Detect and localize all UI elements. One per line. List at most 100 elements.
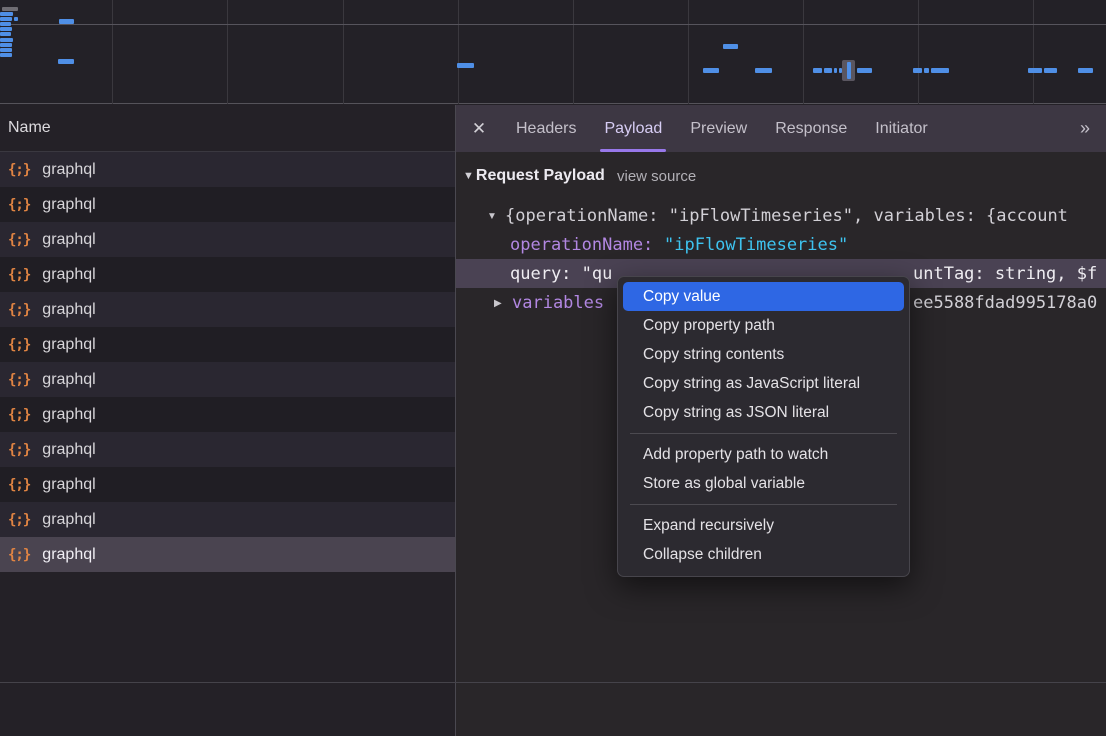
- request-name-label: graphql: [42, 266, 95, 284]
- property-value: "ipFlowTimeseries": [664, 231, 848, 260]
- request-timing-bar: [834, 68, 837, 73]
- menu-item-expand-recursively[interactable]: Expand recursively: [618, 511, 909, 540]
- context-menu: Copy valueCopy property pathCopy string …: [617, 276, 910, 577]
- more-tabs-icon[interactable]: »: [1062, 105, 1106, 152]
- request-timing-bar: [0, 53, 12, 57]
- request-timing-bar: [14, 17, 18, 21]
- collapse-icon[interactable]: ▼: [487, 202, 497, 231]
- timeline-gridline: [458, 0, 459, 104]
- request-payload-section: ▼ Request Payload view source: [456, 164, 1106, 188]
- request-timing-bar: [1044, 68, 1057, 73]
- network-request-row[interactable]: {;} graphql: [0, 257, 455, 292]
- request-timing-bar: [0, 48, 12, 52]
- network-request-row[interactable]: {;} graphql: [0, 327, 455, 362]
- network-request-row[interactable]: {;}graphql: [0, 152, 455, 187]
- name-column-label: Name: [0, 119, 51, 137]
- request-timing-bar: [924, 68, 929, 73]
- timeline-marker-bar: [847, 62, 851, 79]
- json-braces-icon: {;}: [8, 337, 30, 353]
- request-timing-bar: [58, 59, 74, 64]
- view-source-link[interactable]: view source: [617, 168, 696, 185]
- tab-initiator[interactable]: Initiator: [861, 105, 941, 152]
- network-overview-timeline[interactable]: [0, 0, 1106, 104]
- tab-response[interactable]: Response: [761, 105, 861, 152]
- request-timing-bar: [2, 7, 18, 11]
- json-braces-icon: {;}: [8, 302, 30, 318]
- json-braces-icon: {;}: [8, 232, 30, 248]
- devtools-network-panel: Name {;}graphql{;}graphql{;}graphql{;}gr…: [0, 0, 1106, 736]
- request-name-label: graphql: [42, 371, 95, 389]
- section-title: Request Payload: [476, 167, 605, 185]
- network-request-row[interactable]: {;} graphql: [0, 537, 455, 572]
- request-list: {;} graphql {;} graphql {;} graphql {;} graphql…: [0, 152, 455, 572]
- timeline-row-divider: [0, 24, 1106, 25]
- name-column-header[interactable]: Name: [0, 105, 455, 152]
- network-request-row[interactable]: {;} graphql: [0, 292, 455, 327]
- menu-item-store-as-global-variable[interactable]: Store as global variable: [618, 469, 909, 498]
- network-request-row[interactable]: {;} graphql: [0, 362, 455, 397]
- request-timing-bar: [1028, 68, 1042, 73]
- tab-preview[interactable]: Preview: [676, 105, 761, 152]
- menu-separator: [630, 504, 897, 505]
- json-braces-icon: {;}: [8, 267, 30, 283]
- close-icon[interactable]: ✕: [456, 105, 502, 152]
- timeline-gridline: [918, 0, 919, 104]
- request-timing-bar: [1078, 68, 1093, 73]
- request-name-label: graphql: [42, 441, 95, 459]
- request-timing-bar: [0, 17, 12, 21]
- menu-item-collapse-children[interactable]: Collapse children: [618, 540, 909, 569]
- network-request-row[interactable]: {;} graphql: [0, 187, 455, 222]
- menu-item-copy-string-as-json-literal[interactable]: Copy string as JSON literal: [618, 398, 909, 427]
- json-braces-icon: {;}: [8, 547, 30, 563]
- expand-icon[interactable]: ▶: [494, 289, 502, 318]
- request-timing-bar: [913, 68, 922, 73]
- timeline-gridline: [1033, 0, 1034, 104]
- request-timing-bar: [0, 32, 11, 36]
- payload-root-row[interactable]: ▼ {operationName: "ipFlowTimeseries", va…: [456, 202, 1106, 231]
- menu-item-copy-property-path[interactable]: Copy property path: [618, 311, 909, 340]
- request-name-label: graphql: [42, 336, 95, 354]
- menu-item-copy-value[interactable]: Copy value: [623, 282, 904, 311]
- request-name-label: graphql: [42, 161, 95, 179]
- menu-item-copy-string-as-javascript-literal[interactable]: Copy string as JavaScript literal: [618, 369, 909, 398]
- menu-item-copy-string-contents[interactable]: Copy string contents: [618, 340, 909, 369]
- network-request-row[interactable]: {;} graphql: [0, 222, 455, 257]
- network-request-row[interactable]: {;} graphql: [0, 432, 455, 467]
- timeline-gridline: [227, 0, 228, 104]
- json-braces-icon: {;}: [8, 407, 30, 423]
- timeline-gridline: [803, 0, 804, 104]
- network-request-row[interactable]: {;} graphql: [0, 397, 455, 432]
- request-name-label: graphql: [42, 546, 95, 564]
- request-name-label: graphql: [42, 231, 95, 249]
- menu-item-add-property-path-to-watch[interactable]: Add property path to watch: [618, 440, 909, 469]
- property-key: operationName:: [510, 231, 653, 260]
- network-request-row[interactable]: {;}graphql: [0, 502, 455, 537]
- json-braces-icon: {;}: [8, 197, 30, 213]
- json-braces-icon: {;}: [8, 442, 30, 458]
- request-timing-bar: [755, 68, 772, 73]
- json-braces-icon: {;}: [8, 372, 30, 388]
- request-timing-bar: [813, 68, 822, 73]
- tab-headers[interactable]: Headers: [502, 105, 590, 152]
- query-value-fragment: untTag: string, $f: [913, 260, 1097, 289]
- variables-preview-fragment: ee5588fdad995178a0: [913, 289, 1097, 318]
- request-timing-bar: [723, 44, 738, 49]
- request-timing-bar: [59, 19, 74, 24]
- request-name-label: graphql: [42, 476, 95, 494]
- devtools-screenshot: Name {;}graphql{;}graphql{;}graphql{;}gr…: [0, 0, 1110, 740]
- request-name-label: graphql: [42, 406, 95, 424]
- tab-payload[interactable]: Payload: [590, 105, 676, 152]
- request-name-label: graphql: [42, 196, 95, 214]
- operation-name-row[interactable]: operationName: "ipFlowTimeseries": [456, 231, 1106, 260]
- timeline-gridline: [343, 0, 344, 104]
- object-preview-text: {operationName: "ipFlowTimeseries", vari…: [505, 202, 1068, 231]
- section-collapse-icon[interactable]: ▼: [463, 170, 474, 182]
- timeline-gridline: [573, 0, 574, 104]
- network-request-row[interactable]: {;} graphql: [0, 467, 455, 502]
- detail-tab-bar: ✕ HeadersPayloadPreviewResponseInitiator…: [456, 105, 1106, 152]
- json-braces-icon: {;}: [8, 477, 30, 493]
- property-key: variables: [512, 289, 604, 318]
- request-name-label: graphql: [42, 301, 95, 319]
- detail-panel-footer: [456, 683, 1106, 736]
- request-timing-bar: [931, 68, 949, 73]
